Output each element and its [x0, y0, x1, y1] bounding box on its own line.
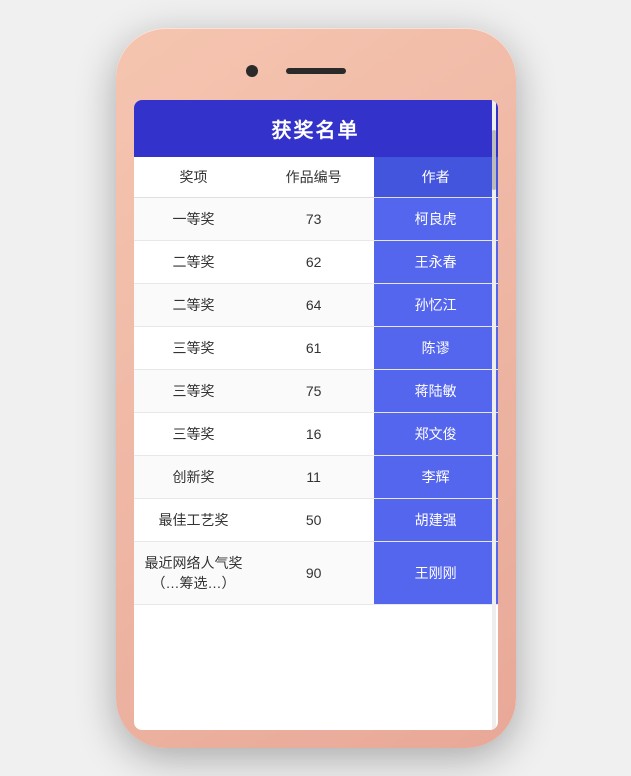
table-title: 获奖名单 [134, 100, 498, 157]
scrollbar-thumb[interactable] [492, 130, 496, 190]
table-row: 最佳工艺奖50胡建强 [134, 499, 498, 542]
cell-award: 一等奖 [134, 198, 254, 241]
cell-id: 16 [254, 413, 374, 456]
cell-author: 王永春 [374, 241, 498, 284]
phone-camera-icon [246, 65, 258, 77]
cell-id: 73 [254, 198, 374, 241]
cell-author: 柯良虎 [374, 198, 498, 241]
cell-award: 创新奖 [134, 456, 254, 499]
cell-id: 50 [254, 499, 374, 542]
phone-frame: 获奖名单 奖项 作品编号 作者 一等奖73柯良虎二等奖62王永春二等奖64孙忆江… [116, 28, 516, 748]
phone-top-bar [134, 46, 498, 96]
cell-id: 64 [254, 284, 374, 327]
table-row: 三等奖61陈谬 [134, 327, 498, 370]
cell-award: 最佳工艺奖 [134, 499, 254, 542]
table-row: 创新奖11李辉 [134, 456, 498, 499]
cell-award: 最近网络人气奖（…筹选…） [134, 542, 254, 605]
scrollbar[interactable] [492, 100, 496, 730]
cell-id: 90 [254, 542, 374, 605]
cell-author: 孙忆江 [374, 284, 498, 327]
table-row: 一等奖73柯良虎 [134, 198, 498, 241]
cell-award: 三等奖 [134, 413, 254, 456]
cell-award: 三等奖 [134, 327, 254, 370]
awards-table: 奖项 作品编号 作者 一等奖73柯良虎二等奖62王永春二等奖64孙忆江三等奖61… [134, 157, 498, 605]
table-row: 三等奖75蒋陆敏 [134, 370, 498, 413]
table-row: 三等奖16郑文俊 [134, 413, 498, 456]
table-row: 二等奖62王永春 [134, 241, 498, 284]
cell-author: 蒋陆敏 [374, 370, 498, 413]
cell-id: 11 [254, 456, 374, 499]
header-author: 作者 [374, 157, 498, 198]
phone-screen: 获奖名单 奖项 作品编号 作者 一等奖73柯良虎二等奖62王永春二等奖64孙忆江… [134, 100, 498, 730]
cell-award: 二等奖 [134, 241, 254, 284]
cell-award: 三等奖 [134, 370, 254, 413]
cell-author: 郑文俊 [374, 413, 498, 456]
table-row: 二等奖64孙忆江 [134, 284, 498, 327]
phone-speaker [286, 68, 346, 74]
screen-content[interactable]: 获奖名单 奖项 作品编号 作者 一等奖73柯良虎二等奖62王永春二等奖64孙忆江… [134, 100, 498, 730]
cell-author: 李辉 [374, 456, 498, 499]
cell-author: 王刚刚 [374, 542, 498, 605]
cell-id: 61 [254, 327, 374, 370]
table-row: 最近网络人气奖（…筹选…）90王刚刚 [134, 542, 498, 605]
cell-award: 二等奖 [134, 284, 254, 327]
cell-author: 陈谬 [374, 327, 498, 370]
cell-id: 62 [254, 241, 374, 284]
header-award: 奖项 [134, 157, 254, 198]
cell-author: 胡建强 [374, 499, 498, 542]
header-id: 作品编号 [254, 157, 374, 198]
cell-id: 75 [254, 370, 374, 413]
